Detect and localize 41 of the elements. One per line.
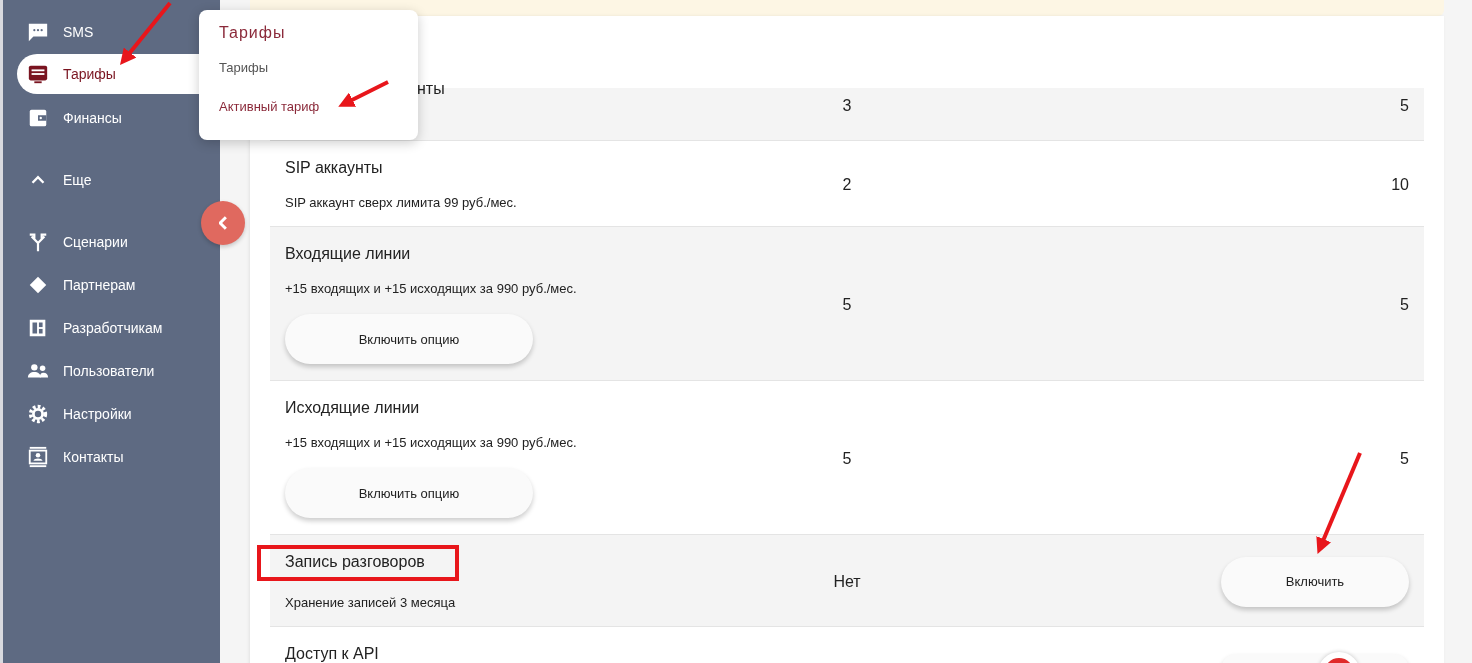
menu-item[interactable]: Тарифы	[219, 60, 269, 75]
table-cell: Нет	[833, 572, 861, 590]
row-title: Исходящие линии	[285, 399, 420, 417]
table-cell: 3	[842, 97, 852, 114]
row-title: SIP аккаунты	[285, 159, 383, 177]
row-title: Доступ к API	[285, 645, 379, 663]
row-title: Запись разговоров	[285, 553, 425, 570]
sidebar-item[interactable]: SMS	[17, 10, 190, 53]
table-cell: 5	[1400, 97, 1409, 115]
table-cell: 5	[1400, 449, 1409, 468]
sidebar-item[interactable]: Настройки	[17, 392, 190, 435]
sidebar-item[interactable]: Контакты	[17, 435, 190, 478]
sidebar-item[interactable]: Разработчикам	[17, 306, 190, 349]
menu-item[interactable]: Активный тариф	[219, 99, 320, 114]
list-icon	[27, 63, 49, 85]
sidebar-item[interactable]: Еще	[17, 158, 190, 201]
collapse-button[interactable]	[201, 201, 245, 245]
sidebar-item[interactable]: Пользователи	[17, 349, 190, 392]
sidebar-item[interactable]: Сценарии	[17, 220, 190, 263]
enable-option-button[interactable]: Включить опцию	[285, 314, 533, 364]
table-cell: 5	[842, 449, 852, 467]
table-cell: 5	[1400, 295, 1409, 314]
row-note: SIP аккаунт сверх лимита 99 руб./мес.	[285, 195, 517, 210]
table-cell: 5	[842, 295, 852, 313]
settings-icon	[27, 402, 49, 425]
row-title: Входящие линии	[285, 245, 411, 263]
row-note: Хранение записей 3 месяца	[285, 595, 456, 610]
enable-option-button[interactable]: Включить опцию	[285, 468, 533, 518]
annotation-arrow	[120, 1, 172, 65]
contact-card-icon	[27, 445, 49, 468]
annotation-arrow	[338, 80, 389, 107]
table-cell: 2	[842, 175, 852, 193]
table-cell: 10	[1391, 175, 1409, 194]
menu-title: Тарифы	[219, 24, 286, 42]
chevron-left-icon	[219, 216, 227, 230]
sidebar-item[interactable]: Финансы	[17, 96, 190, 139]
row-note: +15 входящих и +15 исходящих за 990 руб./мес.	[285, 281, 577, 296]
enable-button[interactable]: Включить	[1221, 556, 1409, 607]
row-title: нты	[417, 80, 445, 98]
sidebar-item[interactable]: Партнерам	[17, 263, 190, 306]
row-note: +15 входящих и +15 исходящих за 990 руб./мес.	[285, 435, 577, 450]
